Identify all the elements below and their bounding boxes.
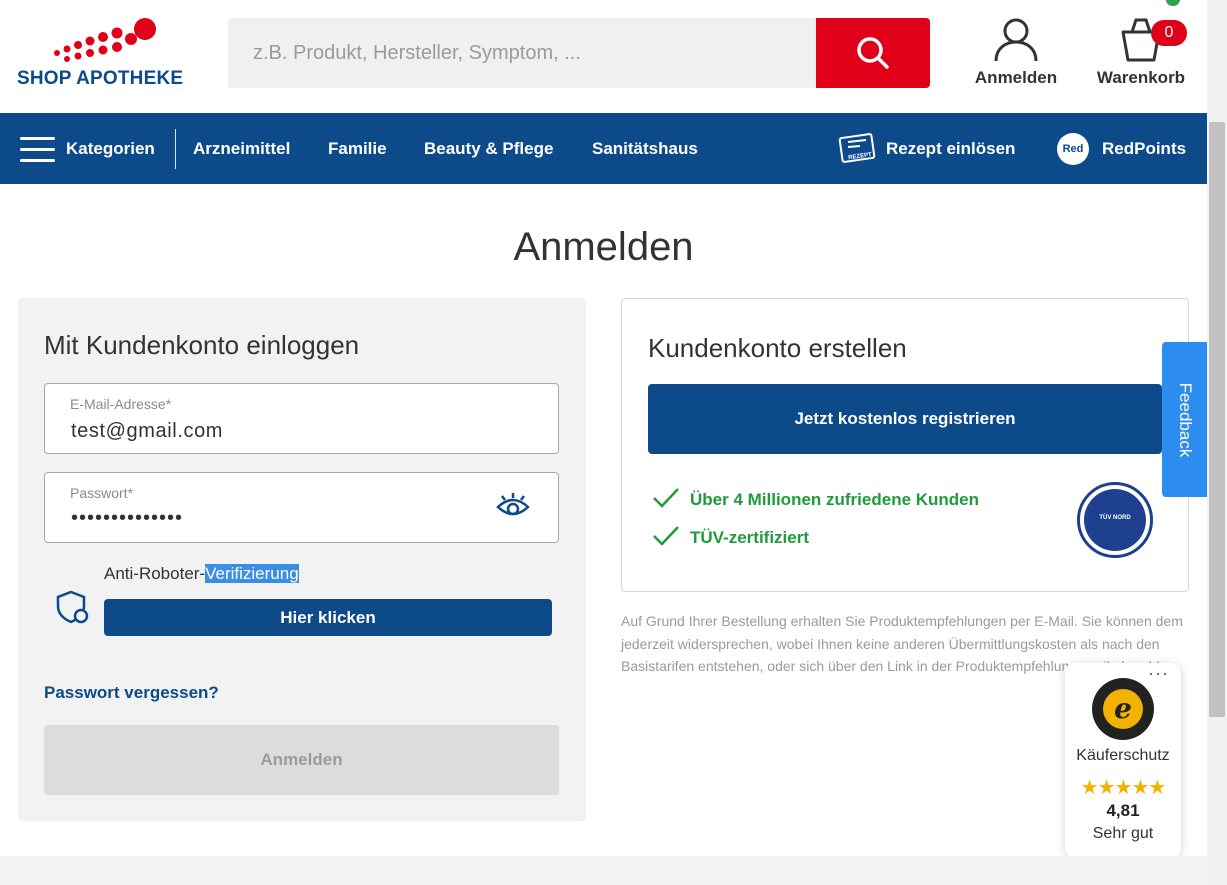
register-button[interactable]: Jetzt kostenlos registrieren <box>648 384 1162 454</box>
captcha-highlight: Verifizierung <box>205 564 299 583</box>
logo-dots-icon <box>54 18 156 62</box>
status-dot-icon <box>1166 0 1180 6</box>
logo-text: SHOP APOTHEKE <box>17 68 184 89</box>
nav-item-beauty[interactable]: Beauty & Pflege <box>424 113 553 184</box>
nav-redpoints[interactable]: RedPoints <box>1102 113 1186 184</box>
cart-count-badge: 0 <box>1151 20 1187 46</box>
login-heading: Mit Kundenkonto einloggen <box>44 330 360 360</box>
search-bar <box>228 18 930 88</box>
rating-verdict: Sehr gut <box>1092 825 1154 842</box>
site-header: SHOP APOTHEKE Anmelden Warenkorb 0 <box>0 0 1207 113</box>
redpoints-badge-icon[interactable]: Red <box>1057 133 1089 165</box>
nav-divider <box>175 129 176 169</box>
email-field[interactable]: E-Mail-Adresse* <box>44 383 559 454</box>
feedback-label: Feedback <box>1175 382 1195 457</box>
nav-item-sanitaetshaus[interactable]: Sanitätshaus <box>592 113 698 184</box>
email-label: E-Mail-Adresse* <box>70 396 172 412</box>
cart-label: Warenkorb <box>1096 68 1186 87</box>
scrollbar-thumb[interactable] <box>1209 122 1225 717</box>
buyer-protection-label: Käuferschutz <box>1076 747 1170 764</box>
main-navigation: Kategorien Arzneimittel Familie Beauty &… <box>0 113 1207 184</box>
password-input[interactable]: •••••••••••••• <box>71 507 491 530</box>
login-header-label: Anmelden <box>974 68 1058 87</box>
scrollbar[interactable] <box>1207 0 1227 885</box>
hamburger-menu-icon[interactable] <box>20 137 55 162</box>
rating-score: 4,81 <box>1106 801 1140 820</box>
nav-item-familie[interactable]: Familie <box>328 113 387 184</box>
password-field[interactable]: Passwort* •••••••••••••• <box>44 472 559 543</box>
search-input[interactable] <box>228 18 816 88</box>
page-title: Anmelden <box>513 225 694 269</box>
password-label: Passwort* <box>70 485 134 501</box>
nav-categories[interactable]: Kategorien <box>66 113 155 184</box>
feedback-tab[interactable]: Feedback <box>1162 342 1207 497</box>
nav-item-arzneimittel[interactable]: Arzneimittel <box>193 113 290 184</box>
user-icon <box>994 18 1038 62</box>
footer-band <box>0 856 1207 885</box>
benefit-tuev: TÜV-zertifiziert <box>690 528 810 547</box>
trusted-shops-seal-letter: e <box>1103 689 1143 729</box>
register-panel: Kundenkonto erstellen Jetzt kostenlos re… <box>621 298 1189 592</box>
trusted-shops-seal-icon: e <box>1092 678 1154 740</box>
login-header-button[interactable]: Anmelden <box>961 14 1071 94</box>
search-icon <box>857 37 889 69</box>
email-input[interactable] <box>71 420 491 443</box>
shield-icon <box>56 590 89 624</box>
prescription-icon[interactable]: REZEPT <box>838 131 876 165</box>
benefit-customers: Über 4 Millionen zufriedene Kunden <box>690 490 980 509</box>
search-button[interactable] <box>816 18 930 88</box>
logo[interactable]: SHOP APOTHEKE <box>17 17 197 92</box>
forgot-password-link[interactable]: Passwort vergessen? <box>44 683 219 703</box>
nav-prescription[interactable]: Rezept einlösen <box>886 113 1015 184</box>
tuev-seal-icon: TÜV NORD <box>1077 482 1153 558</box>
more-options-icon[interactable]: ··· <box>1148 663 1169 684</box>
login-panel: Mit Kundenkonto einloggen E-Mail-Adresse… <box>18 298 586 821</box>
checkmark-icon <box>653 488 679 508</box>
login-submit-button[interactable]: Anmelden <box>44 725 559 795</box>
tuev-seal-text: TÜV NORD <box>1099 515 1131 521</box>
captcha-button[interactable]: Hier klicken <box>104 599 552 636</box>
trusted-shops-widget[interactable]: ··· e Käuferschutz ★★★★★ 4,81 Sehr gut <box>1065 663 1181 858</box>
rating-stars-icon: ★★★★★ <box>1080 777 1167 799</box>
checkmark-icon <box>653 526 679 546</box>
captcha-prefix: Anti-Roboter- <box>104 564 206 583</box>
show-password-eye-icon[interactable] <box>496 493 530 521</box>
register-heading: Kundenkonto erstellen <box>648 333 907 363</box>
captcha-label: Anti-Roboter-Verifizierung <box>104 564 299 584</box>
